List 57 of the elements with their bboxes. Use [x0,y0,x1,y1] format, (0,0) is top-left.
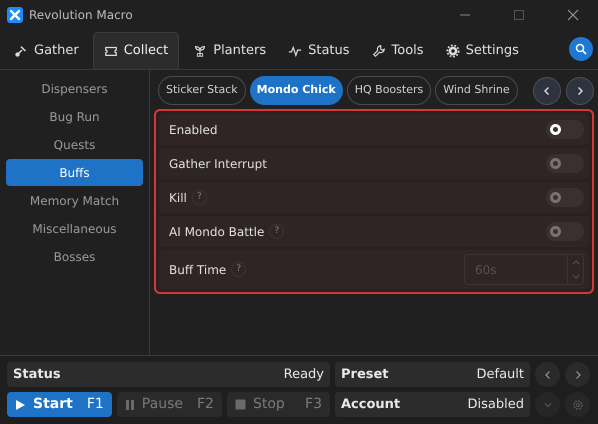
sub-tab[interactable]: Mondo Chick [250,76,343,105]
ticket-icon [104,44,118,58]
account-value: Disabled [468,396,524,414]
decrement-icon[interactable] [572,274,580,280]
account-label: Account [341,396,400,414]
wrench-icon [372,44,386,58]
scroll-right-button[interactable] [566,76,594,104]
status-label: Status [13,366,61,384]
scroll-left-button[interactable] [533,76,561,104]
sub-tab[interactable]: HQ Boosters [346,76,432,105]
gear-icon [446,44,460,58]
sidebar-item[interactable]: Memory Match [6,187,143,214]
sub-tab[interactable]: Wind Shrine [435,76,518,105]
shovel-icon [14,44,28,58]
chevron-right-icon [575,86,585,96]
sidebar-item[interactable]: Bosses [6,243,143,270]
setting-label: Kill [169,190,187,206]
setting-label: Enabled [169,122,218,138]
control-button[interactable]: Stop F3 [226,392,330,417]
sidebar-item[interactable]: Buffs [6,159,143,186]
increment-icon[interactable] [572,260,580,265]
chevron-left-icon [542,86,552,96]
sidebar-item[interactable]: Dispensers [6,75,143,102]
maximize-icon[interactable] [513,9,525,21]
setting-label: Gather Interrupt [169,156,267,172]
nav-tab[interactable]: Planters [185,32,274,69]
window-title: Revolution Macro [29,7,133,24]
nav-tab[interactable]: Settings [438,32,527,69]
stop-icon [234,399,246,410]
app-logo-icon [7,7,23,23]
setting-label: AI Mondo Battle [169,224,264,240]
sub-tab[interactable]: Sticker Stack [158,76,246,105]
pulse-icon [288,44,302,58]
sidebar-item[interactable]: Quests [6,131,143,158]
preset-label: Preset [341,366,389,384]
nav-tab[interactable]: Collect [92,32,180,69]
previous-preset-button[interactable] [535,362,560,387]
settings-button[interactable] [565,392,590,417]
control-button[interactable]: Start F1 [7,392,112,417]
search-icon [575,43,587,55]
search-button[interactable] [569,37,593,61]
nav-tab[interactable]: Tools [364,32,432,69]
preset-value: Default [476,366,524,384]
sprout-icon [193,44,208,58]
status-value: Ready [284,366,324,384]
nav-tab[interactable]: Gather [6,32,87,69]
setting-label: Buff Time [169,262,226,278]
chevron-left-icon [542,370,552,380]
close-icon[interactable] [567,9,579,21]
toggle-switch[interactable] [546,120,584,139]
pause-icon [124,398,135,410]
control-button[interactable]: Pause F2 [116,392,222,417]
sidebar-item[interactable]: Miscellaneous [6,215,143,242]
gear-icon [572,398,584,410]
play-icon [15,398,26,410]
nav-tab[interactable]: Status [280,32,358,69]
sidebar-item[interactable]: Bug Run [6,103,143,130]
